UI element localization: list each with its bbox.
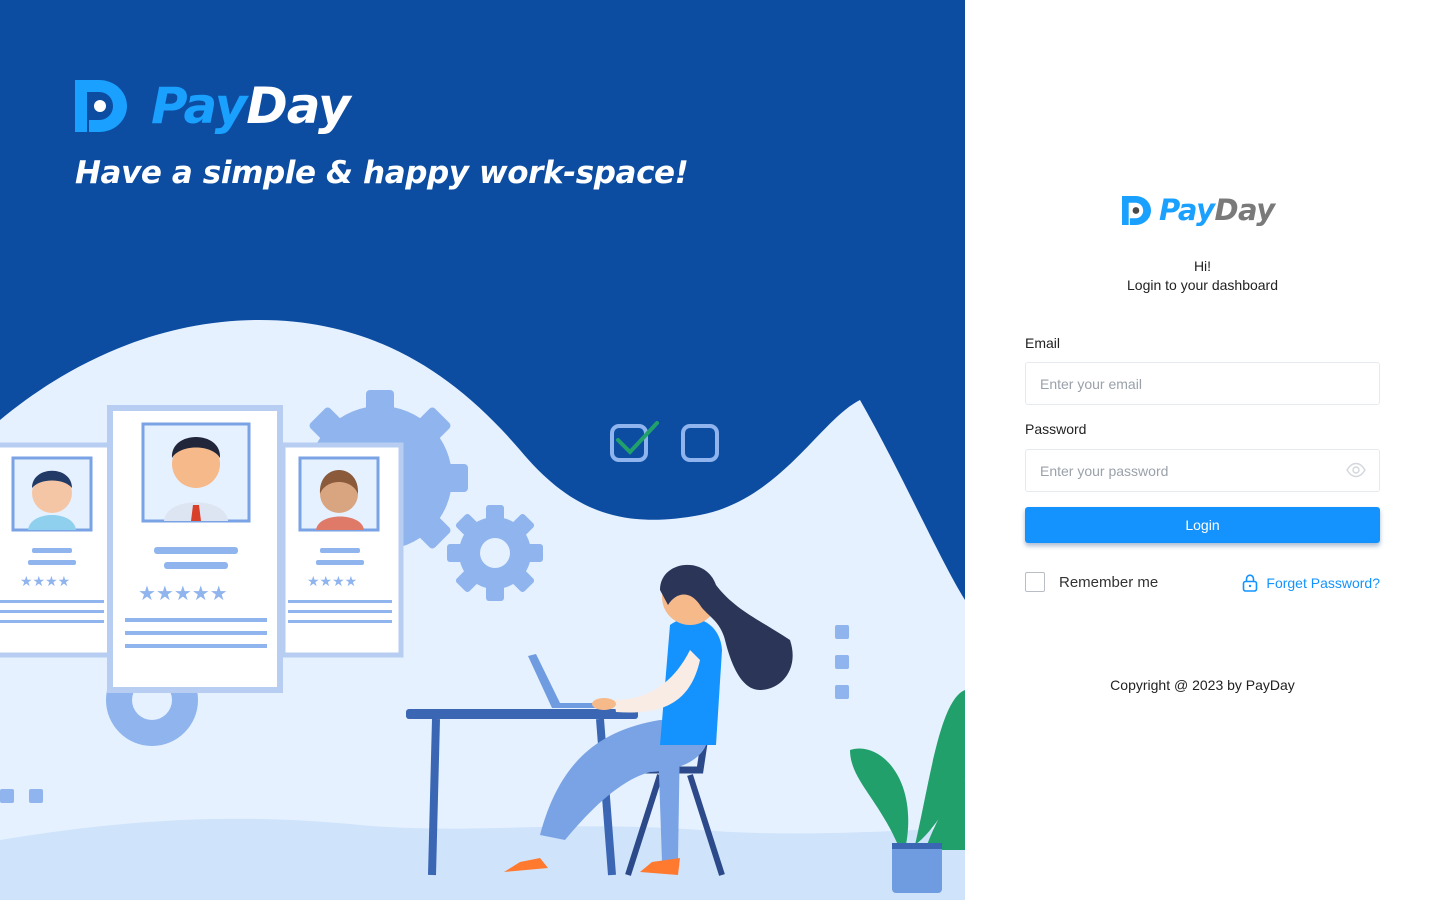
workspace-illustration: ★★★★ ★★★★ ★★★★★ xyxy=(0,320,965,900)
svg-text:★★★★: ★★★★ xyxy=(307,574,357,590)
greeting-text: Hi! xyxy=(1193,258,1212,274)
login-logo-day: Day xyxy=(1214,193,1275,227)
hero-logo-pay: Pay xyxy=(151,77,247,135)
login-logo-pay: Pay xyxy=(1159,193,1215,227)
email-field[interactable] xyxy=(1025,362,1380,405)
login-subtitle: Login to your dashboard xyxy=(1127,277,1278,293)
email-label: Email xyxy=(1025,335,1061,351)
eye-icon[interactable] xyxy=(1346,462,1366,478)
hero-panel: ★★★★ ★★★★ ★★★★★ PayDay Have a simple & h… xyxy=(0,0,965,900)
payday-logo-icon xyxy=(75,80,127,132)
forgot-password-label: Forget Password? xyxy=(1266,575,1380,591)
password-field[interactable] xyxy=(1025,449,1380,492)
copyright-text: Copyright @ 2023 by PayDay xyxy=(1110,677,1295,693)
payday-logo-icon xyxy=(1122,196,1151,225)
login-logo: PayDay xyxy=(1122,196,1275,225)
login-panel: PayDay Hi! Login to your dashboard Email… xyxy=(965,0,1440,900)
password-label: Password xyxy=(1025,421,1087,437)
remember-me[interactable]: Remember me xyxy=(1025,572,1158,592)
forgot-password-link[interactable]: Forget Password? xyxy=(1242,574,1380,592)
hero-tagline: Have a simple & happy work-space! xyxy=(75,155,689,191)
remember-checkbox[interactable] xyxy=(1025,572,1045,592)
svg-text:★★★★: ★★★★ xyxy=(20,574,70,590)
svg-text:★★★★★: ★★★★★ xyxy=(138,581,228,605)
remember-label: Remember me xyxy=(1059,573,1159,591)
lock-icon xyxy=(1243,574,1258,592)
hero-logo: PayDay xyxy=(75,77,351,135)
hero-logo-day: Day xyxy=(246,77,350,135)
login-button[interactable]: Login xyxy=(1025,507,1380,543)
